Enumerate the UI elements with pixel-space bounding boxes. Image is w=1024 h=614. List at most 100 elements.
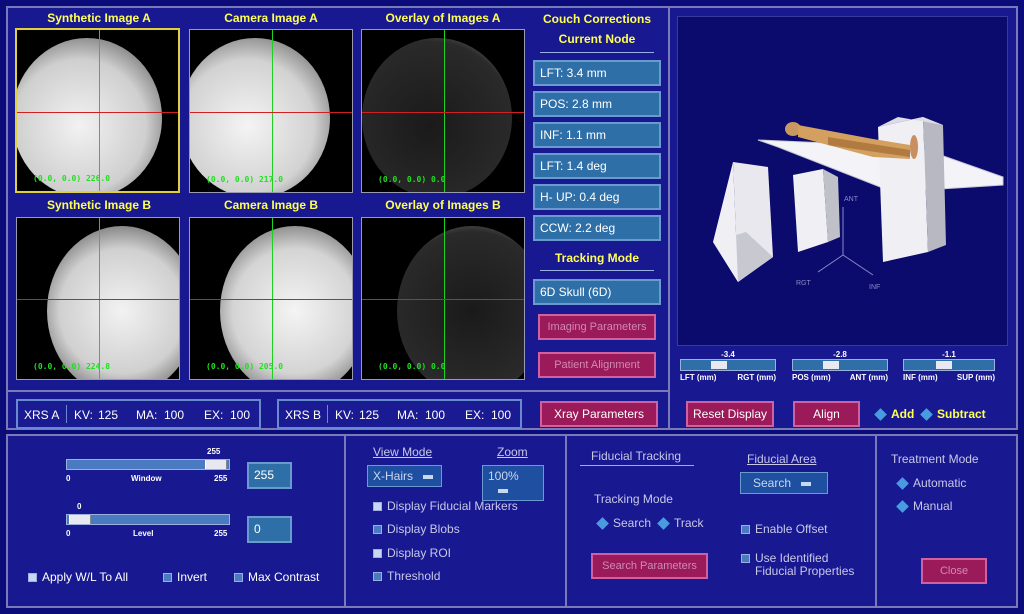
radio-diamond-icon <box>896 500 909 514</box>
view-mode-dropdown[interactable]: X-Hairs <box>367 465 442 487</box>
checkbox-icon <box>163 573 172 583</box>
close-button[interactable]: Close <box>921 558 987 584</box>
correction-ccw-deg: CCW: 2.2 deg <box>533 215 661 241</box>
image-title: Camera Image B <box>223 198 319 212</box>
fiducial-area-label: Fiducial Area <box>747 452 817 466</box>
threshold-checkbox[interactable]: Threshold <box>373 569 440 583</box>
treatment-mode-label: Treatment Mode <box>891 452 979 466</box>
patient-alignment-button[interactable]: Patient Alignment <box>538 352 656 378</box>
reset-display-button[interactable]: Reset Display <box>686 401 774 427</box>
kv-value: 125 <box>98 408 119 422</box>
display-roi-checkbox[interactable]: Display ROI <box>373 546 451 560</box>
invert-checkbox[interactable]: Invert <box>163 570 207 584</box>
level-label: Level <box>133 529 154 538</box>
radio-diamond-icon <box>920 408 933 422</box>
tracking-mode-title: Tracking Mode <box>554 251 640 265</box>
radio-diamond-icon <box>874 408 887 422</box>
display-blobs-checkbox[interactable]: Display Blobs <box>373 522 460 536</box>
checkbox-icon <box>373 525 382 535</box>
image-title: Overlay of Images A <box>385 11 501 25</box>
mini-slider-value: -3.4 <box>721 350 735 359</box>
axis-label-rgt: RGT <box>796 280 812 287</box>
ma-label: MA: <box>397 408 419 422</box>
enable-offset-checkbox[interactable]: Enable Offset <box>741 522 828 536</box>
search-radio[interactable]: Search <box>596 516 651 531</box>
apply-wl-checkbox[interactable]: Apply W/L To All <box>28 570 128 584</box>
max-contrast-checkbox[interactable]: Max Contrast <box>234 570 319 584</box>
ma-value: 100 <box>164 408 185 422</box>
upper-divider <box>668 8 670 428</box>
mini-slider-left-label: INF (mm) <box>903 373 938 382</box>
mini-slider-lr[interactable]: -3.4 LFT (mm) RGT (mm) <box>680 350 776 383</box>
search-parameters-button[interactable]: Search Parameters <box>591 553 708 579</box>
couch-corrections-title: Couch Corrections <box>542 12 651 26</box>
add-radio[interactable]: Add <box>874 407 914 422</box>
automatic-radio[interactable]: Automatic <box>896 476 966 491</box>
mini-slider-value: -1.1 <box>942 350 956 359</box>
correction-inf-mm: INF: 1.1 mm <box>533 122 661 148</box>
couch-3d-view[interactable]: ANT RGT INF <box>677 16 1008 346</box>
level-value-input[interactable]: 0 <box>247 516 292 543</box>
correction-lft-mm: LFT: 3.4 mm <box>533 60 661 86</box>
checkbox-checked-icon <box>373 502 382 512</box>
camera-image-a[interactable]: (0.0, 0.0) 217.0 <box>189 29 353 193</box>
camera-image-b[interactable]: (0.0, 0.0) 205.0 <box>189 217 353 380</box>
xrs-a-panel: XRS A KV: 125 MA: 100 EX: 100 <box>16 399 261 429</box>
image-title: Camera Image A <box>224 11 318 25</box>
overlay-image-a[interactable]: (0.0, 0.0) 0.0 <box>361 29 525 193</box>
lower-divider <box>875 436 877 606</box>
radio-diamond-icon <box>896 477 909 491</box>
mini-slider-pa[interactable]: -2.8 POS (mm) ANT (mm) <box>792 350 888 383</box>
window-min: 0 <box>66 474 71 483</box>
correction-hup-deg: H- UP: 0.4 deg <box>533 184 661 210</box>
window-value-input[interactable]: 255 <box>247 462 292 489</box>
window-label: Window <box>131 474 162 483</box>
fiducial-tracking-label: Fiducial Tracking <box>591 449 682 463</box>
align-button[interactable]: Align <box>793 401 860 427</box>
manual-radio[interactable]: Manual <box>896 499 952 514</box>
kv-label: KV: <box>335 408 354 422</box>
track-radio[interactable]: Track <box>657 516 704 531</box>
image-title: Synthetic Image A <box>47 11 151 25</box>
use-identified-checkbox[interactable]: Use Identified Fiducial Properties <box>741 552 854 578</box>
checkbox-checked-icon <box>28 573 37 583</box>
window-slider-top-label: 255 <box>207 447 221 456</box>
ma-value: 100 <box>425 408 446 422</box>
level-max: 255 <box>214 529 228 538</box>
divider <box>580 465 694 466</box>
checkbox-icon <box>373 572 382 582</box>
axis-label-ant: ANT <box>844 196 859 203</box>
mini-slider-left-label: POS (mm) <box>792 373 831 382</box>
level-min: 0 <box>66 529 71 538</box>
zoom-dropdown[interactable]: 100% <box>482 465 544 501</box>
mini-slider-right-label: ANT (mm) <box>849 373 888 382</box>
fiducial-area-dropdown[interactable]: Search <box>740 472 828 494</box>
mini-slider-is[interactable]: -1.1 INF (mm) SUP (mm) <box>903 350 995 383</box>
imaging-parameters-button[interactable]: Imaging Parameters <box>538 314 656 340</box>
level-slider[interactable] <box>66 514 230 525</box>
overlay-image-b[interactable]: (0.0, 0.0) 0.0 <box>361 217 525 380</box>
radio-diamond-icon <box>596 517 609 531</box>
synthetic-image-b[interactable]: (0.0, 0.0) 224.8 <box>16 217 180 380</box>
divider <box>540 270 654 271</box>
zoom-label: Zoom <box>497 445 528 459</box>
axis-label-inf: INF <box>869 284 880 291</box>
checkbox-icon <box>234 573 243 583</box>
lower-divider <box>565 436 567 606</box>
coordinate-readout: (0.0, 0.0) 0.0 <box>378 175 446 184</box>
checkbox-icon <box>741 554 750 564</box>
ex-value: 100 <box>491 408 512 422</box>
coordinate-readout: (0.0, 0.0) 0.0 <box>378 362 446 371</box>
current-node-title: Current Node <box>558 32 636 46</box>
subtract-radio[interactable]: Subtract <box>920 407 986 422</box>
display-fiducial-markers-checkbox[interactable]: Display Fiducial Markers <box>373 499 518 513</box>
synthetic-image-a[interactable]: (0.0, 0.0) 226.0 <box>15 28 180 193</box>
window-slider[interactable] <box>66 459 230 470</box>
mini-slider-left-label: LFT (mm) <box>680 373 717 382</box>
lower-divider <box>344 436 346 606</box>
correction-lft-deg: LFT: 1.4 deg <box>533 153 661 179</box>
mini-slider-right-label: SUP (mm) <box>956 373 995 382</box>
kv-value: 125 <box>359 408 380 422</box>
xray-parameters-button[interactable]: Xray Parameters <box>540 401 658 427</box>
image-title: Synthetic Image B <box>46 198 152 212</box>
